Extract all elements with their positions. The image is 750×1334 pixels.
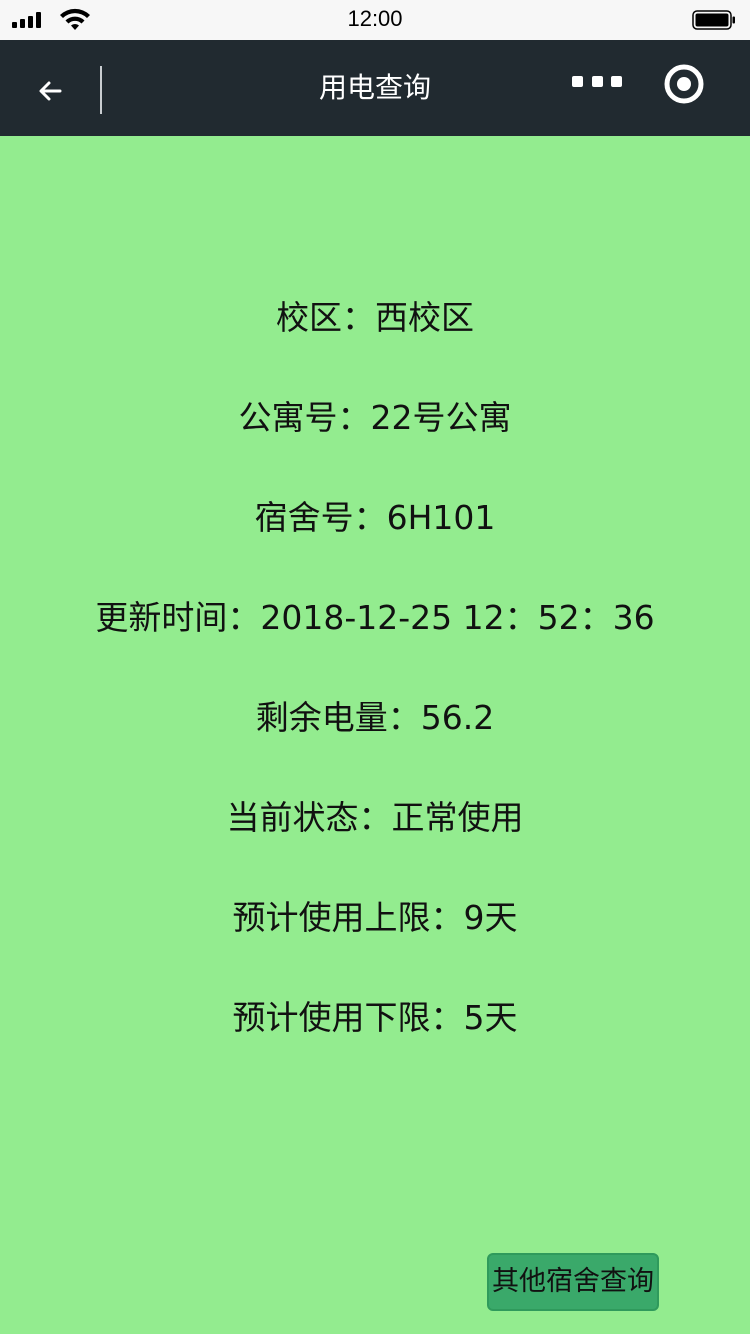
more-dots-icon[interactable]: [572, 68, 622, 94]
campus-text: 校区：西校区: [276, 298, 474, 337]
remaining-power-text: 剩余电量：56.2: [255, 698, 495, 737]
page-title: 用电查询: [318, 71, 431, 104]
status-time: 12:00: [347, 6, 403, 31]
target-icon[interactable]: [662, 62, 706, 106]
battery-icon: [692, 10, 735, 30]
info-list: 校区：西校区 公寓号：22号公寓 宿舍号：6H101 更新时间：2018-12-…: [0, 290, 750, 1090]
nav-bar: 用电查询: [0, 40, 750, 136]
upper-limit-text: 预计使用上限：9天: [232, 898, 518, 937]
lower-limit-text: 预计使用下限：5天: [232, 998, 518, 1037]
other-dorm-query-button[interactable]: 其他宿舍查询: [487, 1253, 659, 1311]
apartment-text: 公寓号：22号公寓: [238, 398, 512, 437]
update-time-text: 更新时间：2018-12-25 12：52：36: [95, 598, 655, 637]
status-bar: 12:00: [0, 0, 750, 40]
dorm-text: 宿舍号：6H101: [254, 498, 496, 537]
status-text: 当前状态：正常使用: [226, 798, 524, 837]
